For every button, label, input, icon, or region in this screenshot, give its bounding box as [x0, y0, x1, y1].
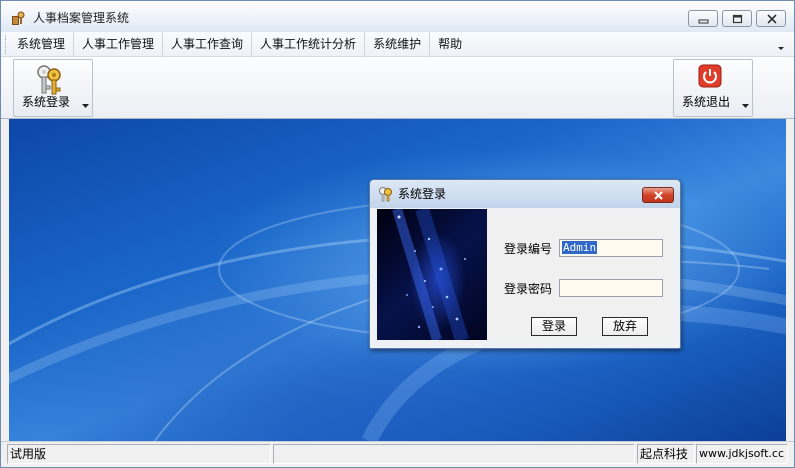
password-input[interactable]	[559, 279, 663, 297]
main-window: 人事档案管理系统 系统管理 人事工作管理 人事工作查询 人事工作统计分析 系统维…	[0, 0, 795, 468]
menu-bar: 系统管理 人事工作管理 人事工作查询 人事工作统计分析 系统维护 帮助	[1, 32, 794, 57]
dialog-body: 登录编号 Admin 登录密码 登录 放弃	[377, 209, 673, 342]
keys-icon	[379, 187, 392, 202]
minimize-button[interactable]	[688, 10, 718, 27]
dropdown-arrow-icon[interactable]	[742, 104, 749, 109]
system-exit-button[interactable]: 系统退出	[673, 59, 753, 117]
login-dialog: 系统登录 登录编号 Admin 登录密码 登录 放弃	[369, 179, 681, 349]
status-company: 起点科技	[637, 444, 695, 464]
dialog-close-button[interactable]	[642, 187, 674, 203]
keys-icon	[37, 65, 61, 95]
menu-system-manage[interactable]: 系统管理	[9, 32, 75, 57]
menu-grip[interactable]	[5, 35, 8, 54]
close-button[interactable]	[756, 10, 786, 27]
user-id-label: 登录编号	[504, 242, 553, 256]
dialog-title-bar[interactable]: 系统登录	[370, 180, 680, 208]
user-id-input[interactable]: Admin	[559, 239, 663, 257]
menu-hr-work-manage[interactable]: 人事工作管理	[74, 32, 164, 57]
maximize-button[interactable]	[722, 10, 752, 27]
title-bar: 人事档案管理系统	[1, 1, 794, 32]
chevron-down-icon[interactable]	[776, 38, 786, 52]
login-banner-image	[377, 209, 487, 340]
starfield-graphic	[392, 209, 469, 340]
toolbar: 系统登录 系统退出	[1, 57, 794, 119]
menu-hr-statistics[interactable]: 人事工作统计分析	[252, 32, 366, 57]
user-id-value: Admin	[562, 241, 598, 254]
minimize-icon	[698, 19, 709, 24]
maximize-icon	[732, 14, 743, 24]
status-edition: 试用版	[7, 444, 271, 464]
status-bar: 试用版 起点科技 www.jdkjsoft.cc	[1, 441, 794, 467]
system-login-button[interactable]: 系统登录	[13, 59, 93, 117]
app-icon	[12, 11, 25, 25]
menu-hr-work-query[interactable]: 人事工作查询	[163, 32, 253, 57]
system-login-label: 系统登录	[21, 95, 70, 109]
dropdown-arrow-icon[interactable]	[82, 104, 89, 109]
close-icon	[767, 14, 777, 24]
cancel-button[interactable]: 放弃	[602, 317, 648, 336]
window-title: 人事档案管理系统	[33, 11, 130, 25]
status-empty-panel	[273, 444, 635, 464]
menu-help[interactable]: 帮助	[430, 32, 470, 57]
close-icon	[654, 191, 663, 200]
menu-system-maintenance[interactable]: 系统维护	[365, 32, 431, 57]
power-icon	[698, 64, 722, 88]
password-label: 登录密码	[504, 282, 553, 296]
dialog-title: 系统登录	[398, 187, 447, 201]
login-button[interactable]: 登录	[531, 317, 577, 336]
system-exit-label: 系统退出	[681, 95, 730, 109]
status-website[interactable]: www.jdkjsoft.cc	[696, 444, 788, 464]
